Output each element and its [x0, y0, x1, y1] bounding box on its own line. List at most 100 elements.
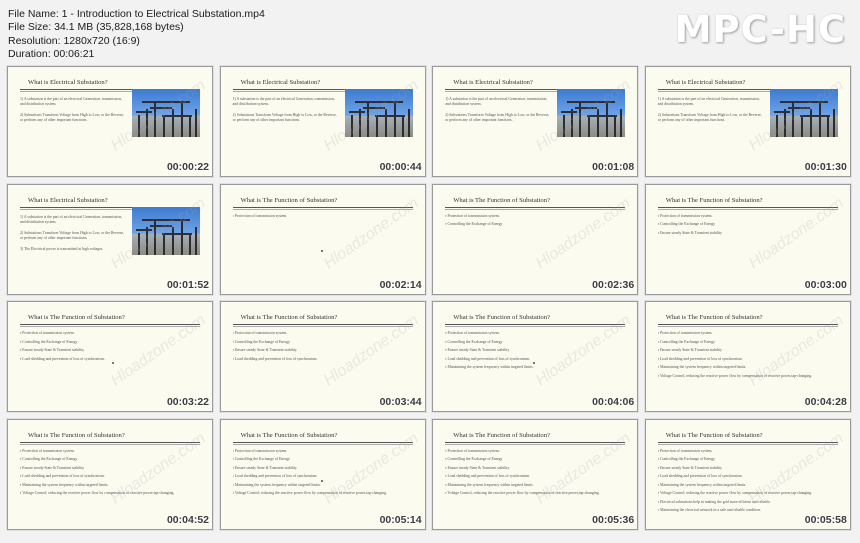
slide-paragraphs: 1) A substation is the part of an electr… [20, 215, 128, 258]
photo-structure [146, 109, 148, 137]
photo-structure [354, 101, 403, 103]
photo-structure [163, 232, 165, 255]
slide-title: What is Electrical Substation? [28, 196, 108, 204]
slide-paragraphs: 1) A substation is the part of an electr… [445, 97, 553, 129]
substation-photo [132, 89, 200, 137]
photo-structure [393, 103, 396, 137]
thumbnail-frame[interactable]: What is The Function of Substation? ▪ Pro… [219, 183, 426, 295]
slide-rule [445, 324, 626, 326]
thumbnail-frame[interactable]: What is Electrical Substation? 1) A subst… [7, 183, 213, 295]
timestamp: 00:03:00 [804, 278, 847, 291]
timestamp: 00:00:22 [166, 161, 209, 173]
slide-rule [445, 206, 626, 208]
slide-bullet: ▪ Voltage Control; reducing the reactive… [20, 491, 175, 496]
thumbnail-frame[interactable]: What is The Function of Substation? ▪ Pro… [7, 418, 213, 530]
slide-paragraph: 1) A substation is the part of an electr… [20, 214, 123, 224]
slide-bullet: ▪ Load shedding and prevention of loss o… [20, 356, 105, 361]
slide-rule [232, 206, 413, 208]
thumbnail-frame[interactable]: What is Electrical Substation? 1) A subst… [7, 66, 213, 177]
photo-structure [800, 115, 803, 137]
thumbnail-frame[interactable]: What is The Function of Substation? ▪ Pro… [644, 301, 851, 413]
slide-bullet: ▪ Controlling the Exchange of Energy [445, 339, 503, 344]
slide-bullet: ▪ Ensure steady State & Transient stabil… [232, 348, 297, 353]
timestamp: 00:03:22 [166, 396, 209, 409]
thumbnail-frame[interactable]: What is The Function of Substation? ▪ Pro… [219, 418, 426, 530]
photo-structure [826, 115, 829, 137]
slide-paragraph: 2) Substations Transform Voltage from Hi… [445, 113, 550, 122]
photo-structure [163, 115, 165, 137]
slide-bullet: ▪ Ensure steady State & Transient stabil… [20, 348, 85, 353]
photo-structure [567, 101, 616, 103]
slide-title: What is Electrical Substation? [28, 79, 108, 86]
substation-photo [769, 89, 838, 137]
photo-structure [606, 103, 609, 137]
photo-structure [142, 101, 190, 103]
photo-structure [597, 109, 600, 137]
slide-bullets: ▪ Protection of transmission system. ▪ Co… [445, 212, 625, 229]
slide-bullets: ▪ Protection of transmission system. ▪ Co… [20, 329, 200, 363]
slide-bullets: ▪ Protection of transmission system. ▪ Co… [233, 447, 413, 498]
thumbnail-frame[interactable]: What is The Function of Substation? ▪ Pro… [432, 301, 639, 413]
timestamp: 00:04:52 [166, 513, 209, 526]
photo-structure [401, 115, 404, 137]
slide-bullet: ▪ Protection of transmission system. [232, 331, 288, 336]
slide-paragraph: 1) A substation is the part of an electr… [20, 97, 123, 106]
thumbnail-frame[interactable]: What is The Function of Substation? ▪ Pro… [644, 418, 851, 530]
slide-title: What is The Function of Substation? [240, 314, 338, 322]
slide-bullet: ▪ Load shedding and prevention of loss o… [445, 356, 530, 361]
slide-bullets: ▪ Protection of transmission system. ▪ Co… [233, 329, 413, 363]
photo-structure [195, 109, 197, 137]
thumbnail-frame[interactable]: What is Electrical Substation? 1) A subst… [432, 66, 639, 177]
slide-bullet: ▪ Protection of transmission system. [232, 213, 288, 218]
slide-bullet: ▪ Load shedding and prevention of loss o… [20, 474, 105, 479]
slide-rule [232, 441, 413, 443]
cursor-dot [320, 249, 323, 252]
photo-structure [407, 109, 410, 137]
slide-bullet: ▪ Voltage Control; reducing the reactive… [445, 491, 600, 496]
slide-bullet: ▪ Controlling the Exchange of Energy [657, 339, 716, 344]
slide-title: What is The Function of Substation? [240, 196, 338, 204]
slide-paragraph: 2) Substations Transform Voltage from Hi… [20, 113, 125, 122]
photo-structure [787, 107, 810, 109]
photo-structure [561, 111, 578, 113]
thumbnail-frame[interactable]: What is The Function of Substation? ▪ Pro… [7, 301, 213, 413]
slide-bullet: ▪ Controlling the Exchange of Energy [657, 222, 716, 227]
slide-paragraph: 2) Substations Transform Voltage from Hi… [232, 113, 337, 122]
file-name: File Name: 1 - Introduction to Electrica… [8, 8, 265, 20]
slide-title: What is The Function of Substation? [28, 431, 125, 439]
thumbnail-frame[interactable]: What is The Function of Substation? ▪ Pro… [219, 301, 426, 413]
slide-bullet: ▪ Maintaining the system frequency withi… [657, 482, 747, 487]
slide-bullet: ▪ Maintaining the system frequency withi… [445, 365, 534, 370]
substation-photo [132, 206, 200, 255]
slide-bullets: ▪ Protection of transmission system. [233, 212, 413, 221]
slide-paragraph: 1) A substation is the part of an electr… [657, 97, 760, 106]
slide-title: What is The Function of Substation? [665, 314, 763, 322]
slide-rule-secondary [232, 326, 413, 328]
photo-structure [350, 115, 353, 137]
slide-paragraphs: 1) A substation is the part of an electr… [233, 97, 341, 129]
thumbnail-frame[interactable]: What is The Function of Substation? ▪ Pro… [432, 418, 639, 530]
slide-rule-secondary [445, 443, 626, 445]
slide-paragraph: 1) A substation is the part of an electr… [232, 97, 335, 106]
photo-structure [142, 218, 190, 221]
thumbnail-frame[interactable]: What is Electrical Substation? 1) A subst… [219, 66, 426, 177]
thumbnail-frame[interactable]: What is Electrical Substation? 1) A subst… [644, 66, 851, 177]
slide-bullet: ▪ Ensure steady State & Transient stabil… [445, 465, 510, 470]
timestamp: 00:00:44 [379, 161, 422, 173]
slide-rule [445, 441, 626, 443]
substation-photo [557, 89, 626, 137]
thumbnail-frame[interactable]: What is The Function of Substation? ▪ Pro… [432, 183, 639, 295]
slide-rule [20, 324, 200, 326]
slide-bullet: ▪ Controlling the Exchange of Energy [657, 457, 716, 462]
photo-structure [181, 220, 183, 255]
photo-structure [809, 109, 812, 137]
slide-bullet: ▪ Controlling the Exchange of Energy [445, 222, 503, 227]
mpc-hc-logo: MPC-HC [674, 8, 846, 51]
photo-structure [172, 226, 174, 255]
slide-bullet: ▪ Voltage Control; reducing the reactive… [657, 373, 813, 378]
slide-rule [20, 441, 200, 443]
slide-bullets: ▪ Protection of transmission system. ▪ Co… [445, 447, 625, 498]
thumbnail-frame[interactable]: What is The Function of Substation? ▪ Pro… [644, 183, 851, 295]
slide-bullet: ▪ Protection of transmission system. [20, 331, 75, 336]
slide-bullet: ▪ Load shedding and prevention of loss o… [232, 474, 318, 479]
